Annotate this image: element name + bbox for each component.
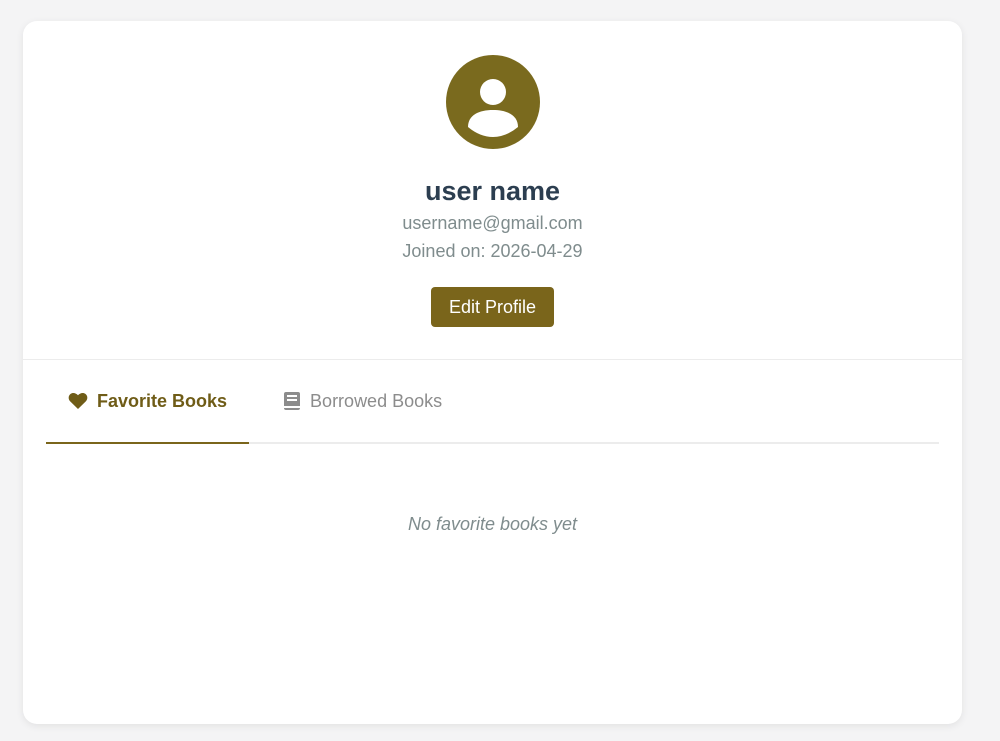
book-icon: [283, 391, 301, 411]
profile-header: user name username@gmail.com Joined on: …: [23, 21, 962, 360]
tab-favorite-books[interactable]: Favorite Books: [46, 360, 250, 444]
tab-borrowed-books[interactable]: Borrowed Books: [249, 360, 464, 442]
edit-profile-button[interactable]: Edit Profile: [430, 287, 555, 327]
tab-label: Favorite Books: [97, 390, 228, 411]
heart-icon: [68, 392, 88, 410]
tab-label: Borrowed Books: [310, 390, 443, 411]
profile-card: user name username@gmail.com Joined on: …: [23, 21, 962, 724]
user-name: user name: [424, 176, 561, 206]
empty-state-message: No favorite books yet: [407, 514, 578, 534]
user-avatar-icon: [445, 55, 540, 149]
book-tabs: Favorite Books Borrowed Books: [46, 360, 939, 444]
user-email: username@gmail.com: [402, 213, 583, 233]
joined-date: Joined on: 2026-04-29: [402, 241, 583, 261]
